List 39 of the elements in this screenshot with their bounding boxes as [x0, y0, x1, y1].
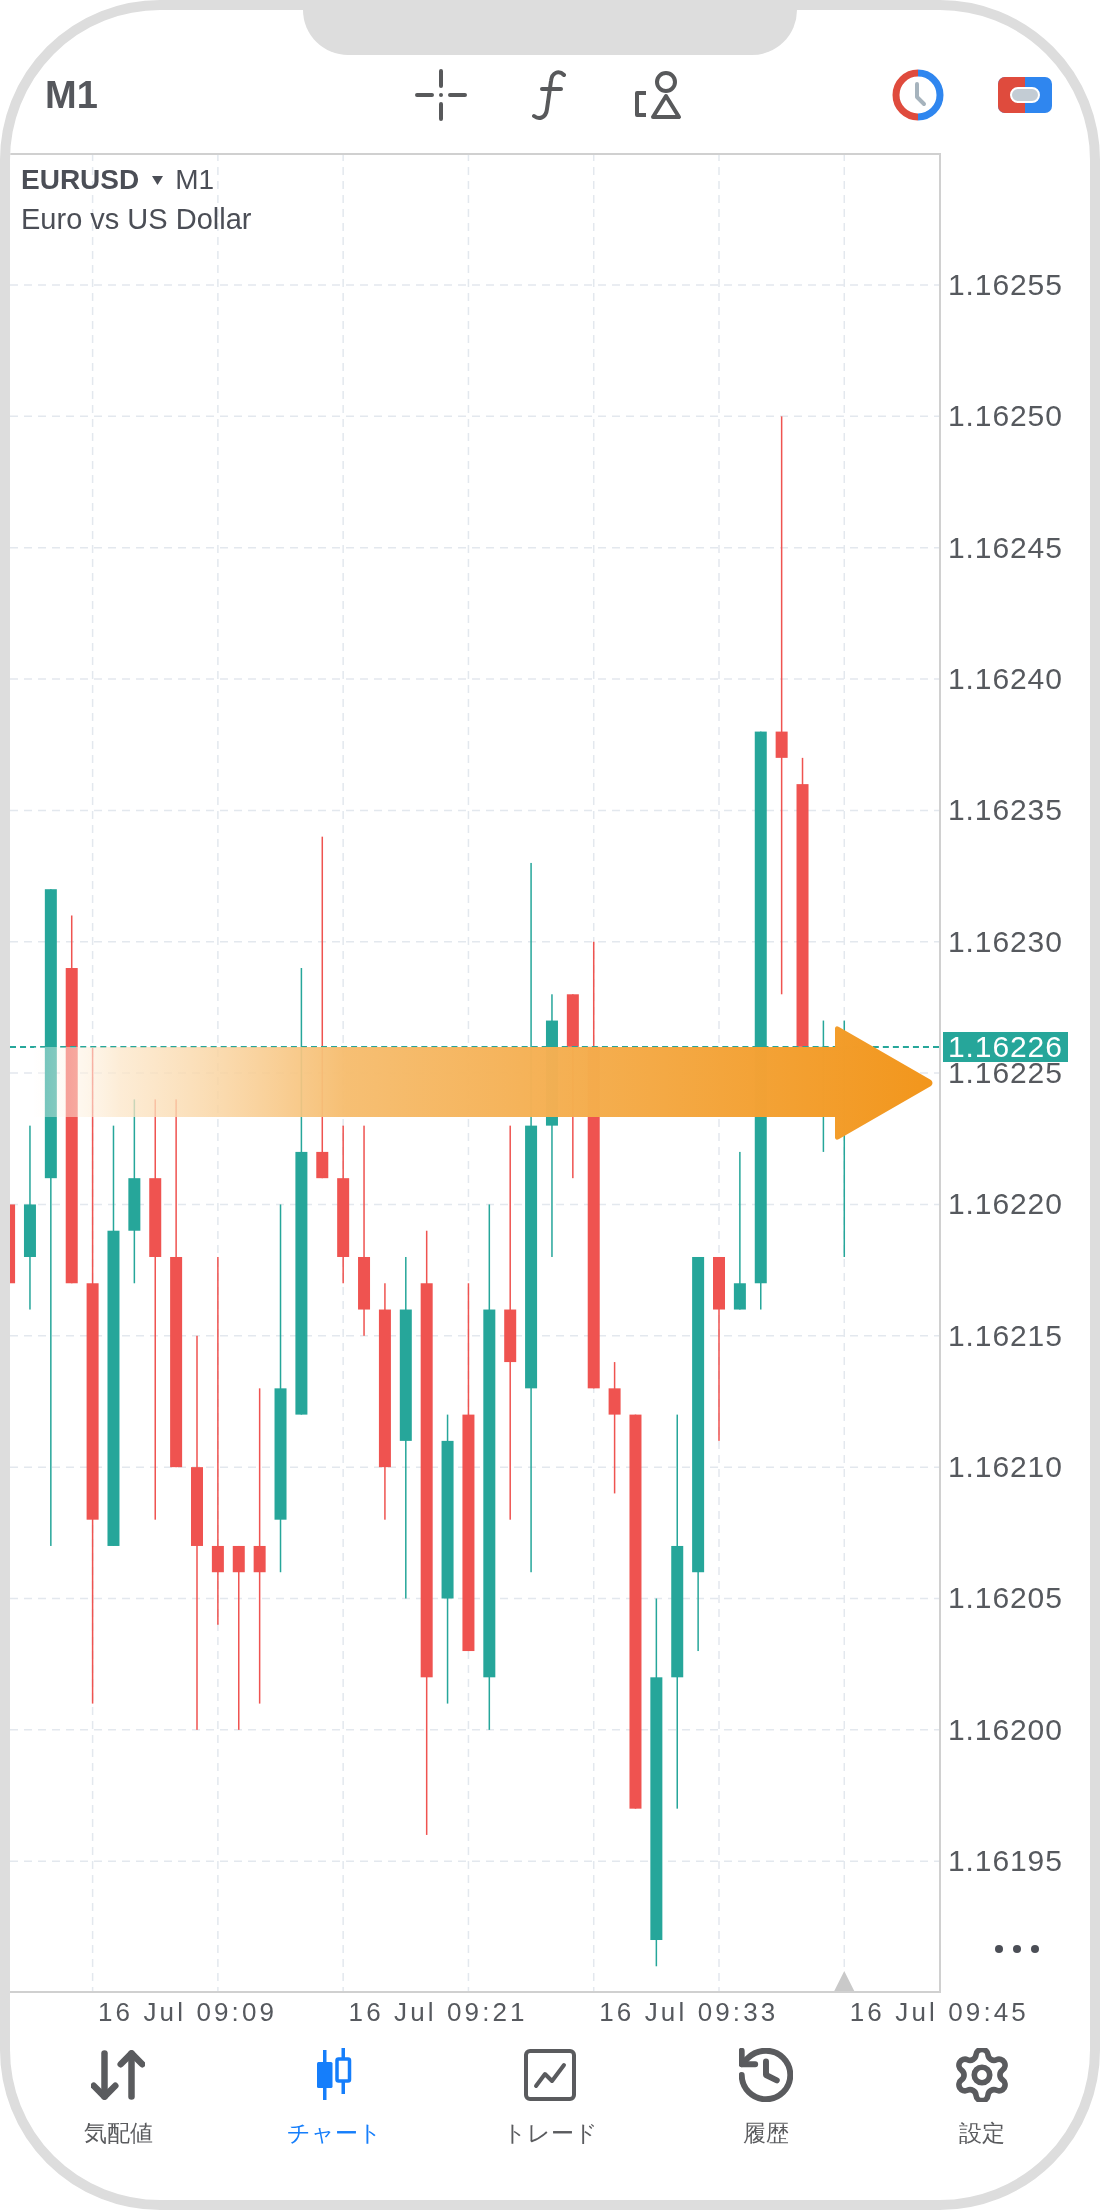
candlestick-icon: [314, 2048, 354, 2102]
settings-icon: [955, 2048, 1009, 2102]
price-label: 1.16225: [948, 1061, 1063, 1086]
caret-icon[interactable]: [152, 175, 164, 185]
tab[interactable]: 履歴: [658, 2033, 874, 2153]
symbol-name: EURUSD: [21, 166, 140, 194]
tab[interactable]: 気配値: [10, 2033, 226, 2153]
current-price-badge: 1.16226: [943, 1031, 1068, 1062]
timeframe-button[interactable]: M1: [45, 76, 98, 114]
history-icon: [739, 2048, 793, 2102]
more-icon[interactable]: [995, 1944, 1039, 1953]
time-label: 16 Jul 09:33: [599, 1996, 779, 2027]
shift-marker-icon[interactable]: [834, 1971, 855, 1991]
time-label: 16 Jul 09:21: [348, 1996, 528, 2027]
price-label: 1.16200: [948, 1717, 1063, 1742]
line-chart-icon: [523, 2048, 577, 2102]
price-label: 1.16255: [948, 272, 1063, 297]
price-label: 1.16245: [948, 535, 1063, 560]
timeframe-label: M1: [175, 166, 215, 194]
price-label: 1.16210: [948, 1455, 1063, 1480]
time-label: 16 Jul 09:09: [98, 1996, 278, 2027]
price-label: 1.16250: [948, 404, 1063, 429]
clock-ring-icon[interactable]: [892, 69, 944, 121]
price-label: 1.16195: [948, 1849, 1063, 1874]
shapes-icon[interactable]: [633, 69, 683, 121]
price-label: 1.16220: [948, 1192, 1063, 1217]
price-label: 1.16215: [948, 1323, 1063, 1348]
toggle-icon[interactable]: [998, 77, 1052, 113]
price-label: 1.16205: [948, 1586, 1063, 1611]
crosshair-icon[interactable]: [415, 69, 467, 121]
tab[interactable]: トレード: [442, 2033, 658, 2153]
up-down-arrows-icon: [91, 2048, 145, 2102]
price-label: 1.16235: [948, 798, 1063, 823]
price-label: 1.16240: [948, 667, 1063, 691]
symbol-description: Euro vs US Dollar: [21, 205, 252, 234]
tab[interactable]: 設定: [874, 2033, 1090, 2153]
tab[interactable]: チャート: [226, 2033, 442, 2153]
price-label: 1.16230: [948, 929, 1063, 954]
time-label: 16 Jul 09:45: [849, 1996, 1029, 2027]
